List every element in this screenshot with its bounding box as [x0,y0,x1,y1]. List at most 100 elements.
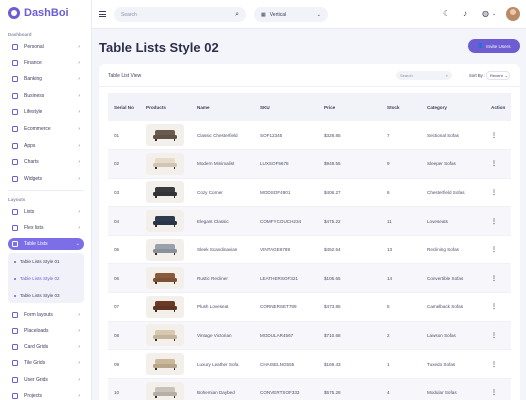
cell-category: Tuxedo Sofas [427,361,456,367]
sidebar-item-tile-grids[interactable]: Tile Grids › [8,357,84,369]
table-row[interactable]: 09 Luxury Leather Sofa CHAISELNG555 $169.43… [108,350,511,379]
sidebar-item-charts[interactable]: Charts › [8,156,84,168]
sidebar-item-lists[interactable]: Lists › [8,206,84,218]
cell-action: ⋮ [485,121,511,150]
more-vertical-icon[interactable]: ⋮ [491,161,497,167]
hamburger-icon[interactable] [99,11,106,17]
brand-logo[interactable]: DashBoi [8,7,69,19]
header-category: Category [427,104,447,110]
sofa-icon [153,129,177,141]
cell-sku: VINTAGE6789 [260,247,291,253]
cell-sku: LUXSOF5678 [260,161,289,167]
table-row[interactable]: 02 Modern Minimalist LUXSOF5678 $948.55 9 Sle… [108,149,511,179]
submenu-item-label: Table Lists Style 03 [20,293,60,298]
cell-price: $948.55 [324,161,341,167]
chevron-down-icon[interactable]: ⌄ [492,11,496,17]
apps-icon [12,143,18,149]
cell-action: ⋮ [485,235,511,264]
sidebar-item-banking[interactable]: Banking › [8,73,84,85]
cell-serial: 01 [114,132,120,138]
cell-sku: CORNERSET789 [260,304,297,310]
chevron-down-icon: ⌄ [316,11,321,18]
table-row[interactable]: 07 Plush Loveseat CORNERSET789 $473.85 5 Came… [108,293,511,322]
sidebar-item-business[interactable]: Business › [8,90,84,102]
sidebar-item-label: Tile Grids [24,360,46,366]
header-price: Price [324,104,336,110]
sidebar-item-label: Lifestyle [24,109,43,115]
chevron-right-icon: › [78,60,80,66]
avatar[interactable] [506,7,520,21]
submenu-item-style-02[interactable]: Table Lists Style 02 [14,276,60,281]
cell-serial: 02 [114,161,120,167]
placeload-icon [12,328,18,334]
table-row[interactable]: 06 Rustic Recliner LEATHERSOF321 $105.65 14 C… [108,263,511,293]
chevron-right-icon: › [78,377,80,383]
cell-action: ⋮ [485,264,511,293]
sidebar-item-projects[interactable]: Projects › [8,390,84,400]
chevron-right-icon: › [78,126,80,132]
cell-price: $169.43 [324,361,341,367]
wallet-icon [12,60,18,66]
more-vertical-icon[interactable]: ⋮ [491,333,497,339]
user-icon [12,44,18,50]
sidebar-item-finance[interactable]: Finance › [8,57,84,69]
submenu-item-style-03[interactable]: Table Lists Style 03 [14,293,60,298]
chart-icon [12,159,18,165]
table-card: Table List View Search ⌕ Sort By : Recen… [99,64,520,400]
globe-icon[interactable]: ◍ [482,9,489,18]
table-icon [12,241,18,247]
cell-price: $105.65 [324,275,341,281]
table-search-input[interactable]: Search ⌕ [396,71,452,80]
sidebar-item-form-layouts[interactable]: Form layouts › [8,309,84,321]
table-row[interactable]: 01 Classic Chesterfield SOF12345 $328.85 7 Se… [108,121,511,150]
chevron-right-icon: › [78,328,80,334]
sidebar-divider [8,190,84,191]
sidebar-item-user-grids[interactable]: User Grids › [8,374,84,386]
bell-icon[interactable]: ♪ [463,9,467,18]
header-sku: SKU [260,104,270,110]
more-vertical-icon[interactable]: ⋮ [491,247,497,253]
sidebar-item-label: Lists [24,209,35,215]
sidebar-item-apps[interactable]: Apps › [8,140,84,152]
sidebar-item-flex-lists[interactable]: Flex lists › [8,222,84,234]
moon-icon[interactable]: ☾ [443,9,450,18]
header-action: Action [491,104,506,110]
more-vertical-icon[interactable]: ⋮ [491,133,497,139]
cell-product [140,264,191,293]
table-row[interactable]: 10 Bohemian Daybed CONVERTSOF333 $575.28 4 Mo… [108,378,511,400]
sidebar-item-placeloads[interactable]: Placeloads › [8,325,84,337]
sidebar-item-ecommerce[interactable]: Ecommerce › [8,123,84,135]
cell-name: Vintage Victorian [197,332,232,338]
more-vertical-icon[interactable]: ⋮ [491,362,497,368]
sidebar-item-personal[interactable]: Personal › [8,41,84,53]
chevron-right-icon: › [78,312,80,318]
more-vertical-icon[interactable]: ⋮ [491,304,497,310]
search-input[interactable]: Search ⌕ [114,7,246,22]
chevron-right-icon: › [78,159,80,165]
cell-product [140,321,191,350]
header-name: Name [197,104,210,110]
sofa-icon [153,272,177,284]
sort-select[interactable]: Recent ⌄ [486,71,510,80]
sidebar-item-table-lists[interactable]: Table Lists ⌄ [8,238,84,250]
more-vertical-icon[interactable]: ⋮ [491,190,497,196]
more-vertical-icon[interactable]: ⋮ [491,390,497,396]
sidebar-item-label: Finance [24,60,42,66]
more-vertical-icon[interactable]: ⋮ [491,276,497,282]
cell-name: Rustic Recliner [197,275,228,281]
sidebar-item-card-grids[interactable]: Card Grids › [8,341,84,353]
sidebar-item-lifestyle[interactable]: Lifestyle › [8,106,84,118]
sidebar-item-label: Banking [24,76,43,82]
submenu-item-style-01[interactable]: Table Lists Style 01 [14,259,60,264]
invite-users-button[interactable]: 👤 Invite Users [468,39,520,53]
chevron-right-icon: › [78,360,80,366]
more-vertical-icon[interactable]: ⋮ [491,219,497,225]
layout-select[interactable]: ▦ Vertical ⌄ [254,7,328,22]
sidebar-item-label: Form layouts [24,312,53,318]
table-row[interactable]: 08 Vintage Victorian MODULAR4567 $710.68 2 La… [108,321,511,350]
table-row[interactable]: 05 Sleek Scandinavian VINTAGE6789 $452.54 13… [108,235,511,264]
table-row[interactable]: 04 Elegant Classic COMFYCOUCH234 $475.22 11 L… [108,206,511,236]
sidebar-item-widgets[interactable]: Widgets › [8,173,84,185]
table-row[interactable]: 03 Cozy Corner MODSOF4901 $406.27 6 Chesterfi… [108,178,511,207]
cell-stock: 14 [387,275,393,281]
